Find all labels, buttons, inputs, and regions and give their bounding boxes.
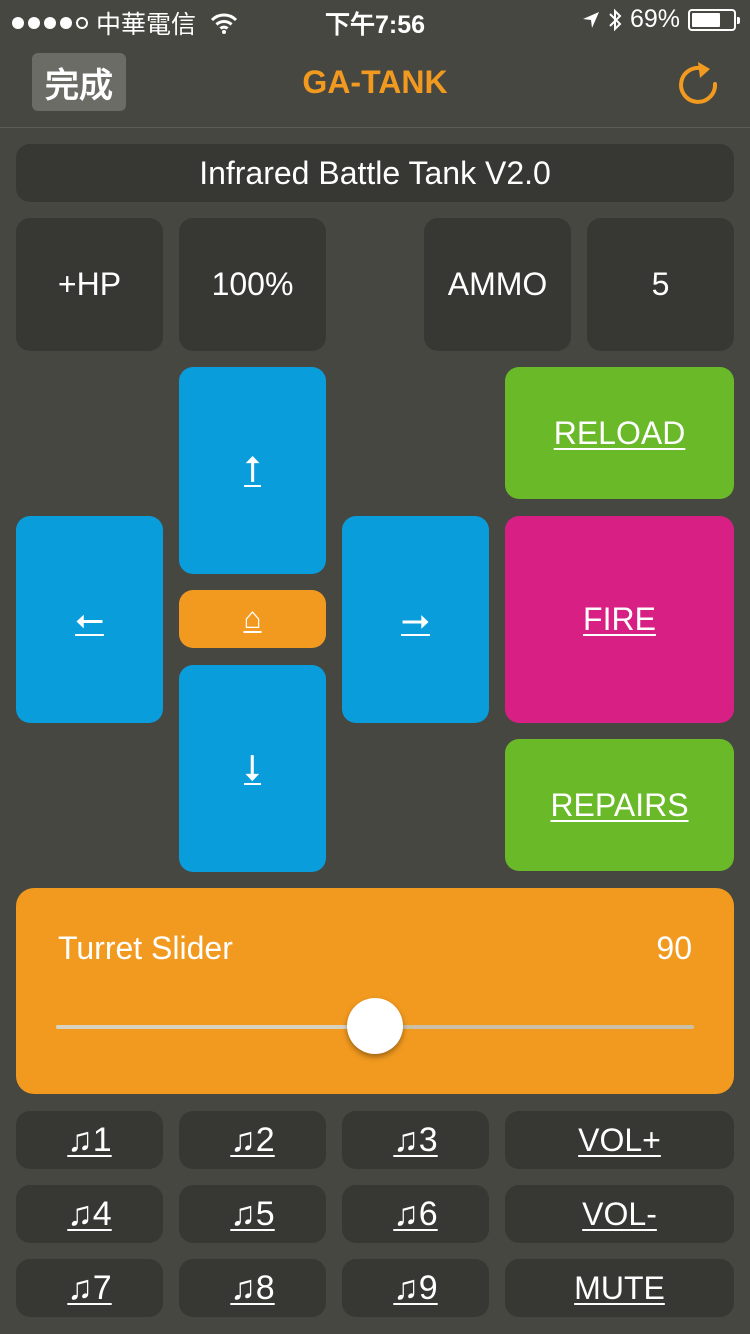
repairs-label: REPAIRS [550, 786, 689, 823]
sound-1-label: ♫1 [67, 1120, 112, 1159]
device-name-bar: Infrared Battle Tank V2.0 [16, 144, 734, 202]
navigation-bar: 完成 GA-TANK [0, 40, 750, 128]
arrow-right-icon: ⭢ [401, 598, 430, 639]
sound-button-4[interactable]: ♫4 [16, 1185, 163, 1243]
ammo-label: AMMO [447, 266, 548, 302]
location-arrow-icon [582, 11, 599, 28]
hp-value-box: 100% [179, 218, 326, 351]
sound-3-label: ♫3 [393, 1120, 438, 1159]
home-icon: ⌂ [243, 602, 262, 635]
sound-6-label: ♫6 [393, 1194, 438, 1233]
arrow-down-icon: ⭣ [244, 747, 261, 788]
sound-7-label: ♫7 [67, 1268, 112, 1307]
ammo-label-box: AMMO [424, 218, 571, 351]
hp-label-box: +HP [16, 218, 163, 351]
ammo-value: 5 [651, 266, 670, 302]
sound-2-label: ♫2 [230, 1120, 275, 1159]
turret-slider-panel: Turret Slider 90 [16, 888, 734, 1094]
battery-icon [688, 8, 740, 31]
reload-button[interactable]: RELOAD [505, 367, 734, 499]
sound-4-label: ♫4 [67, 1194, 112, 1233]
volume-up-label: VOL+ [578, 1121, 661, 1158]
home-button[interactable]: ⌂ [179, 590, 326, 648]
volume-up-button[interactable]: VOL+ [505, 1111, 734, 1169]
turn-left-button[interactable]: ⭠ [16, 516, 163, 723]
turret-slider-fill [56, 1025, 375, 1029]
turn-right-button[interactable]: ⭢ [342, 516, 489, 723]
move-backward-button[interactable]: ⭣ [179, 665, 326, 872]
status-bar: 中華電信 下午7:56 69% [0, 0, 750, 40]
volume-down-button[interactable]: VOL- [505, 1185, 734, 1243]
sound-button-5[interactable]: ♫5 [179, 1185, 326, 1243]
sound-button-3[interactable]: ♫3 [342, 1111, 489, 1169]
sound-button-9[interactable]: ♫9 [342, 1259, 489, 1317]
arrow-left-icon: ⭠ [75, 598, 104, 639]
mute-label: MUTE [574, 1269, 665, 1306]
device-name: Infrared Battle Tank V2.0 [199, 154, 551, 191]
bluetooth-icon [609, 8, 622, 31]
status-right: 69% [582, 5, 740, 34]
fire-button[interactable]: FIRE [505, 516, 734, 723]
ammo-value-box: 5 [587, 218, 734, 351]
hp-value: 100% [211, 266, 294, 302]
reload-label: RELOAD [553, 414, 686, 451]
sound-button-2[interactable]: ♫2 [179, 1111, 326, 1169]
battery-fill [692, 12, 720, 27]
fire-label: FIRE [583, 601, 656, 637]
refresh-icon[interactable] [674, 60, 722, 108]
sound-button-8[interactable]: ♫8 [179, 1259, 326, 1317]
sound-button-1[interactable]: ♫1 [16, 1111, 163, 1169]
repairs-button[interactable]: REPAIRS [505, 739, 734, 871]
battery-percent: 69% [629, 5, 680, 33]
hp-label: +HP [57, 266, 122, 302]
sound-5-label: ♫5 [230, 1194, 275, 1233]
page-title: GA-TANK [302, 64, 448, 100]
volume-down-label: VOL- [582, 1195, 657, 1232]
sound-button-6[interactable]: ♫6 [342, 1185, 489, 1243]
sound-9-label: ♫9 [393, 1268, 438, 1307]
mute-button[interactable]: MUTE [505, 1259, 734, 1317]
turret-slider-label: Turret Slider [58, 930, 233, 966]
arrow-up-icon: ⭡ [244, 449, 261, 490]
sound-button-7[interactable]: ♫7 [16, 1259, 163, 1317]
turret-slider-thumb[interactable] [347, 998, 403, 1054]
turret-slider-value: 90 [656, 930, 692, 966]
sound-8-label: ♫8 [230, 1268, 275, 1307]
move-forward-button[interactable]: ⭡ [179, 367, 326, 574]
